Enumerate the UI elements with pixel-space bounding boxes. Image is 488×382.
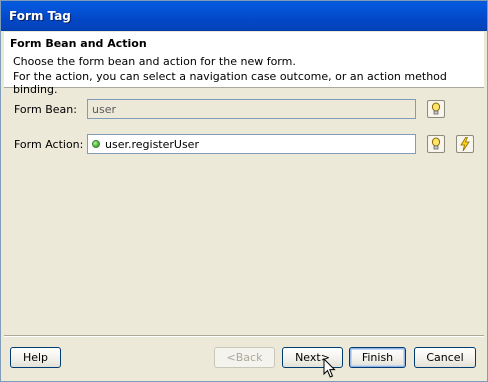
lightbulb-icon [431, 137, 441, 150]
form-action-method-button[interactable] [456, 135, 474, 153]
form-bean-value: user [92, 102, 116, 116]
title-bar[interactable]: Form Tag [1, 1, 487, 31]
form-tag-dialog: Form Tag Form Bean and Action Choose the… [0, 0, 488, 382]
window-title: Form Tag [9, 9, 71, 23]
form-action-label: Form Action: [14, 138, 84, 151]
page-title: Form Bean and Action [10, 37, 147, 50]
lightning-icon [460, 137, 470, 151]
back-button[interactable]: <Back [214, 347, 275, 368]
form-action-field[interactable]: user.registerUser [87, 134, 416, 154]
page-description-line2: For the action, you can select a navigat… [13, 70, 447, 96]
mouse-pointer-icon [323, 358, 336, 378]
valid-status-icon [92, 140, 100, 148]
cancel-button[interactable]: Cancel [414, 347, 476, 368]
form-action-browse-button[interactable] [427, 135, 445, 153]
help-button[interactable]: Help [10, 347, 61, 368]
form-bean-browse-button[interactable] [427, 100, 445, 118]
finish-button[interactable]: Finish [349, 347, 406, 368]
form-bean-label: Form Bean: [14, 103, 77, 116]
lightbulb-icon [431, 102, 441, 115]
form-action-value: user.registerUser [105, 137, 199, 151]
form-bean-field: user [87, 99, 416, 119]
wizard-header: Form Bean and Action Choose the form bea… [4, 32, 484, 96]
page-description-line1: Choose the form bean and action for the … [13, 55, 296, 68]
button-bar-separator [4, 335, 484, 337]
